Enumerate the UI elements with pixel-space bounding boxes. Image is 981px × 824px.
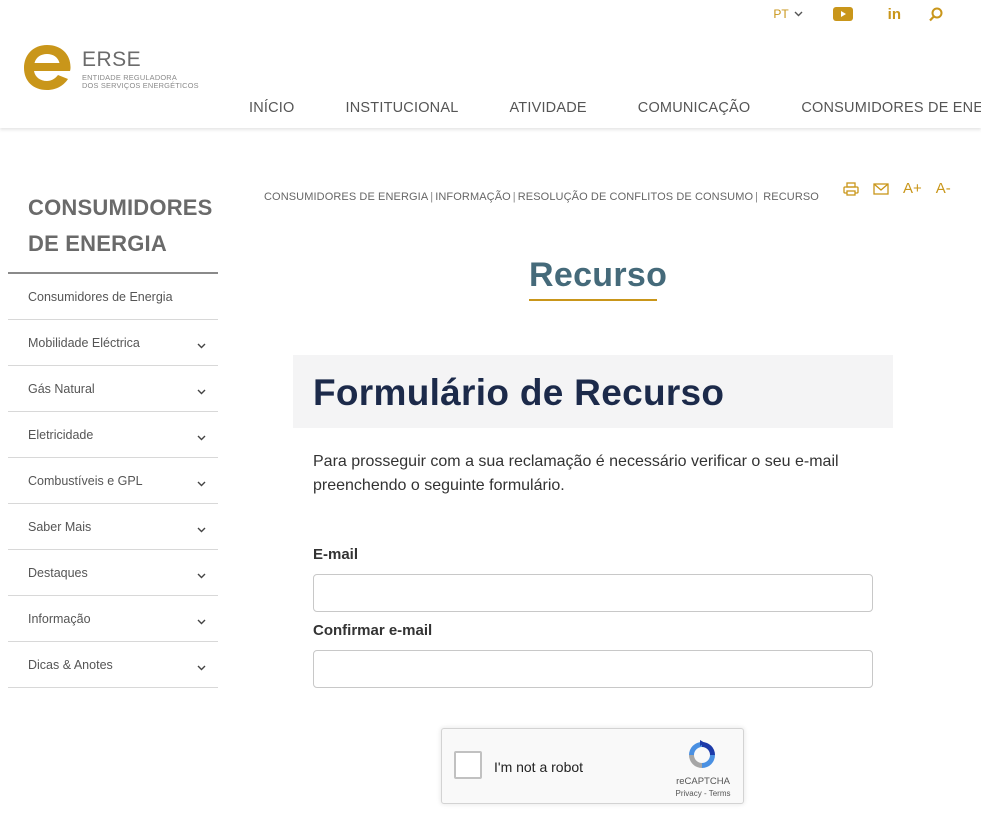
breadcrumb-separator: | [755, 191, 759, 203]
sidebar-item-label: Saber Mais [28, 519, 92, 534]
breadcrumb-current: RECURSO [763, 191, 819, 203]
confirm-email-label: Confirmar e-mail [313, 622, 433, 639]
nav-item-institucional[interactable]: INSTITUCIONAL [346, 100, 459, 116]
sidebar-title-line1: CONSUMIDORES [28, 195, 213, 220]
intro-text: Para prosseguir com a sua reclamação é n… [313, 453, 839, 494]
recaptcha-checkbox[interactable] [454, 751, 482, 779]
site-header: ERSE ENTIDADE REGULADORA DOS SERVIÇOS EN… [0, 0, 981, 128]
chevron-down-icon[interactable] [196, 433, 206, 443]
font-decrease-button[interactable]: A- [936, 180, 951, 197]
brand-subtitle: ENTIDADE REGULADORA DOS SERVIÇOS ENERGÉT… [82, 74, 199, 90]
linkedin-icon[interactable]: in [871, 6, 901, 23]
sidebar-item-label: Destaques [28, 565, 88, 580]
font-increase-button[interactable]: A+ [903, 180, 922, 197]
email-field[interactable] [313, 574, 873, 612]
sidebar-title: CONSUMIDORES DE ENERGIA [8, 190, 218, 274]
sidebar-item-label: Consumidores de Energia [28, 289, 173, 304]
chevron-down-icon[interactable] [196, 341, 206, 351]
e-letter-logo-icon [24, 45, 71, 90]
sidebar-item-eletricidade[interactable]: Eletricidade [8, 412, 218, 458]
form-heading-panel: Formulário de Recurso [293, 355, 893, 428]
sidebar-item-label: Eletricidade [28, 427, 94, 442]
page-tools: A+ A- [843, 180, 951, 197]
recaptcha-privacy-link[interactable]: Privacy [676, 789, 702, 798]
sidebar-item-label: Mobilidade Eléctrica [28, 335, 140, 350]
language-code: PT [773, 7, 789, 21]
sidebar-item-destaques[interactable]: Destaques [8, 550, 218, 596]
print-icon[interactable] [843, 181, 859, 196]
recaptcha-terms-link[interactable]: Terms [709, 789, 731, 798]
sidebar-item-consumidores[interactable]: Consumidores de Energia [8, 274, 218, 320]
mail-icon[interactable] [873, 182, 889, 195]
main-nav: INÍCIO INSTITUCIONAL ATIVIDADE COMUNICAÇ… [249, 100, 981, 116]
sidebar-item-mobilidade[interactable]: Mobilidade Eléctrica [8, 320, 218, 366]
chevron-down-icon[interactable] [196, 479, 206, 489]
breadcrumb-item[interactable]: INFORMAÇÃO [435, 191, 511, 203]
search-icon[interactable] [929, 7, 943, 22]
chevron-down-icon[interactable] [196, 663, 206, 673]
recaptcha-brand: reCAPTCHA [676, 776, 730, 787]
breadcrumb-separator: | [512, 191, 516, 203]
chevron-down-icon[interactable] [196, 387, 206, 397]
recaptcha-label: I'm not a robot [494, 759, 584, 775]
nav-item-comunicacao[interactable]: COMUNICAÇÃO [638, 100, 751, 116]
sidebar-item-saber-mais[interactable]: Saber Mais [8, 504, 218, 550]
nav-item-atividade[interactable]: ATIVIDADE [510, 100, 587, 116]
chevron-down-icon [794, 11, 803, 17]
chevron-down-icon[interactable] [196, 617, 206, 627]
recaptcha-links: Privacy - Terms [666, 789, 740, 798]
erse-logo[interactable]: ERSE ENTIDADE REGULADORA DOS SERVIÇOS EN… [22, 42, 202, 94]
page-title: Recurso [529, 256, 668, 294]
email-label: E-mail [313, 546, 359, 563]
youtube-icon[interactable] [832, 7, 853, 21]
utility-bar: PT in [773, 4, 943, 24]
nav-item-consumidores[interactable]: CONSUMIDORES DE ENERGIA [801, 100, 981, 116]
recaptcha-logo-icon [689, 740, 715, 768]
sidebar-item-label: Dicas & Anotes [28, 657, 113, 672]
recaptcha-link-separator: - [701, 789, 709, 798]
recaptcha-widget: I'm not a robot reCAPTCHA Privacy - Term… [441, 728, 744, 804]
sidebar-item-label: Combustíveis e GPL [28, 473, 143, 488]
chevron-down-icon[interactable] [196, 525, 206, 535]
form-heading: Formulário de Recurso [313, 372, 725, 413]
confirm-email-field[interactable] [313, 650, 873, 688]
title-underline [529, 299, 657, 301]
breadcrumb: CONSUMIDORES DE ENERGIA | INFORMAÇÃO | RESOL… [264, 191, 819, 203]
sidebar-item-gas-natural[interactable]: Gás Natural [8, 366, 218, 412]
language-selector[interactable]: PT [773, 7, 803, 21]
sidebar-item-label: Informação [28, 611, 91, 626]
breadcrumb-item[interactable]: CONSUMIDORES DE ENERGIA [264, 191, 428, 203]
brand-name: ERSE [82, 48, 142, 71]
breadcrumb-separator: | [430, 191, 434, 203]
sidebar-item-label: Gás Natural [28, 381, 95, 396]
sidebar: CONSUMIDORES DE ENERGIA Consumidores de … [8, 190, 218, 688]
sidebar-item-dicas[interactable]: Dicas & Anotes [8, 642, 218, 688]
brand-subtitle-line2: DOS SERVIÇOS ENERGÉTICOS [82, 81, 199, 90]
nav-item-inicio[interactable]: INÍCIO [249, 100, 295, 116]
breadcrumb-item[interactable]: RESOLUÇÃO DE CONFLITOS DE CONSUMO [518, 191, 753, 203]
linkedin-text: in [887, 5, 901, 23]
sidebar-item-combustiveis[interactable]: Combustíveis e GPL [8, 458, 218, 504]
sidebar-title-line2: DE ENERGIA [28, 231, 167, 256]
chevron-down-icon[interactable] [196, 571, 206, 581]
sidebar-item-informacao[interactable]: Informação [8, 596, 218, 642]
